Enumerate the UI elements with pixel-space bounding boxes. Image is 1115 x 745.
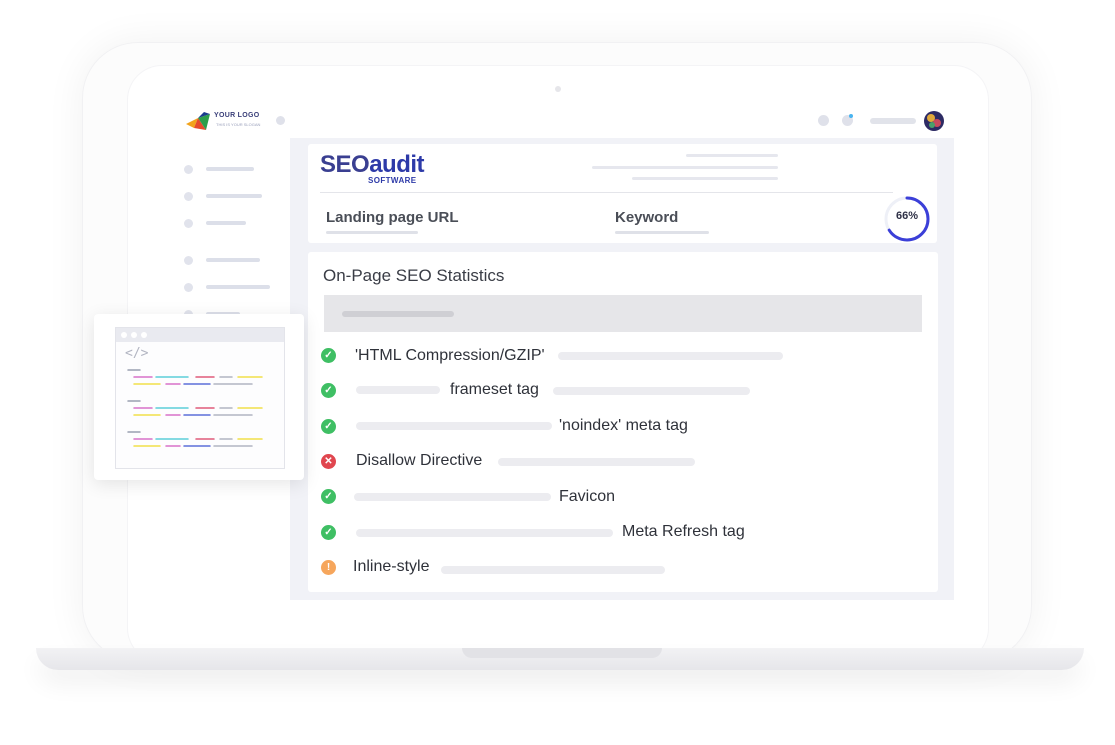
sidebar-item-label [206, 285, 270, 289]
search-icon[interactable] [818, 115, 829, 126]
sidebar-item-icon [184, 165, 193, 174]
check-label: Meta Refresh tag [622, 523, 745, 540]
sidebar-item-label [206, 221, 246, 225]
seo-word: SEO [320, 151, 370, 178]
check-label: frameset tag [450, 381, 539, 398]
software-word: SOFTWARE [368, 176, 417, 185]
check-placeholder [558, 352, 783, 360]
check-circle-icon: ✓ [321, 383, 336, 398]
check-label: Favicon [559, 488, 616, 505]
check-label: 'noindex' meta tag [559, 417, 688, 434]
check-circle-icon: ✓ [321, 348, 336, 363]
landing-page-url-label: Landing page URL [326, 209, 459, 226]
check-label: Inline-style [353, 558, 430, 575]
audit-word: audit [369, 151, 425, 178]
code-window-titlebar [116, 328, 284, 342]
topbar-dot [276, 116, 285, 125]
keyword-input[interactable] [615, 231, 709, 234]
sidebar-item-label [206, 167, 254, 171]
check-placeholder [354, 493, 551, 501]
check-placeholder [498, 458, 695, 466]
sidebar-item-label [206, 194, 262, 198]
user-name-placeholder [870, 118, 916, 124]
sidebar-item-icon [184, 192, 193, 201]
exclamation-circle-icon: ! [321, 560, 336, 575]
statistics-header-bar [324, 295, 922, 332]
laptop-base-notch [462, 648, 662, 658]
check-placeholder [356, 422, 552, 430]
check-label: Disallow Directive [356, 452, 483, 469]
code-lines [127, 369, 263, 447]
progress-percent: 66% [895, 210, 919, 222]
keyword-label: Keyword [615, 209, 679, 226]
statistics-header-placeholder [342, 311, 454, 317]
sidebar-item-icon [184, 219, 193, 228]
top-bar: YOUR LOGO THIS IS YOUR SLOGAN [166, 100, 954, 138]
header-placeholder-line [632, 177, 778, 180]
check-circle-icon: ✓ [321, 489, 336, 504]
section-title: On-Page SEO Statistics [323, 266, 505, 285]
sidebar-item-icon [184, 283, 193, 292]
check-placeholder [356, 386, 440, 394]
camera-dot [555, 86, 561, 92]
sidebar-item-label [206, 258, 260, 262]
check-label: 'HTML Compression/GZIP' [355, 347, 545, 364]
logo-text: YOUR LOGO [214, 112, 260, 119]
landing-page-url-input[interactable] [326, 231, 418, 234]
code-snippet-card: </> [94, 314, 304, 480]
header-placeholder-line [592, 166, 778, 169]
header-placeholder-line [686, 154, 778, 157]
sidebar-item-icon [184, 256, 193, 265]
check-placeholder [553, 387, 750, 395]
window-dot [141, 332, 147, 338]
check-circle-icon: ✓ [321, 525, 336, 540]
code-tag-icon: </> [125, 346, 149, 361]
check-circle-icon: ✓ [321, 419, 336, 434]
window-dot [121, 332, 127, 338]
x-circle-icon: ✕ [321, 454, 336, 469]
check-placeholder [356, 529, 613, 537]
avatar[interactable] [924, 111, 944, 131]
seo-audit-wordmark: SEOaudit [320, 151, 425, 178]
seo-audit-logo: SEOaudit SOFTWARE [320, 152, 430, 186]
window-dot [131, 332, 137, 338]
header-divider [320, 192, 893, 193]
logo-tagline: THIS IS YOUR SLOGAN [216, 122, 261, 127]
notification-badge [849, 114, 853, 118]
code-window: </> [115, 327, 285, 469]
check-placeholder [441, 566, 665, 574]
